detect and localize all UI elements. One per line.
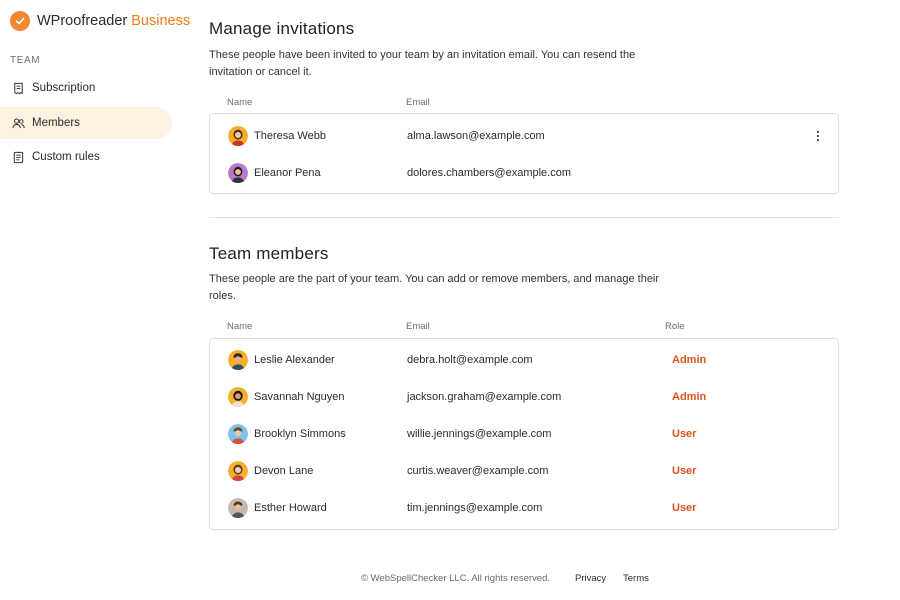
brand[interactable]: WProofreader Business xyxy=(10,11,190,31)
members-description: These people are the part of your team. … xyxy=(209,273,660,302)
invitee-name: Theresa Webb xyxy=(254,129,326,142)
invitee-name: Eleanor Pena xyxy=(254,166,321,179)
brand-name: WProofreader xyxy=(37,13,128,29)
footer-terms-link[interactable]: Terms xyxy=(623,573,649,584)
member-email: curtis.weaver@example.com xyxy=(407,464,549,477)
members-column-role: Role xyxy=(665,321,685,332)
section-divider xyxy=(209,217,839,218)
member-email: tim.jennings@example.com xyxy=(407,501,543,514)
invitations-description: These people have been invited to your t… xyxy=(209,49,636,78)
invitations-column-name: Name xyxy=(227,97,253,108)
document-icon xyxy=(11,150,25,164)
avatar xyxy=(228,349,248,370)
members-title: Team members xyxy=(209,244,329,263)
members-column-email: Email xyxy=(406,321,430,332)
member-role[interactable]: User xyxy=(672,428,696,440)
avatar xyxy=(228,386,248,407)
member-role[interactable]: User xyxy=(672,502,696,514)
table-row: Devon Lane curtis.weaver@example.com Use… xyxy=(210,452,838,489)
table-row: Esther Howard tim.jennings@example.com U… xyxy=(210,489,838,526)
member-name: Leslie Alexander xyxy=(254,353,335,366)
footer-privacy-link[interactable]: Privacy xyxy=(575,573,606,584)
invitations-column-email: Email xyxy=(406,97,430,108)
member-name: Esther Howard xyxy=(254,501,327,514)
member-name: Brooklyn Simmons xyxy=(254,427,346,440)
more-options-icon[interactable] xyxy=(809,127,827,145)
members-table: Leslie Alexander debra.holt@example.com … xyxy=(209,338,839,530)
sidebar-item-label: Custom rules xyxy=(32,151,100,163)
member-email: debra.holt@example.com xyxy=(407,353,533,366)
invitee-email: dolores.chambers@example.com xyxy=(407,166,572,179)
avatar xyxy=(228,460,248,481)
invitations-title: Manage invitations xyxy=(209,19,355,38)
sidebar-item-subscription[interactable]: Subscription xyxy=(0,72,172,104)
users-icon xyxy=(11,116,25,130)
invitations-table: Theresa Webb alma.lawson@example.com Ele… xyxy=(209,113,839,194)
receipt-icon xyxy=(11,81,25,95)
member-name: Savannah Nguyen xyxy=(254,390,345,403)
members-column-name: Name xyxy=(227,321,253,332)
avatar xyxy=(228,125,248,146)
sidebar-item-label: Members xyxy=(32,117,80,129)
sidebar: WProofreader Business TEAM Subscription … xyxy=(0,0,190,600)
table-row: Leslie Alexander debra.holt@example.com … xyxy=(210,341,838,378)
sidebar-item-custom-rules[interactable]: Custom rules xyxy=(0,141,172,173)
checkmark-icon xyxy=(10,11,30,31)
member-role[interactable]: Admin xyxy=(672,391,706,403)
table-row: Eleanor Pena dolores.chambers@example.co… xyxy=(210,154,838,191)
avatar xyxy=(228,423,248,444)
sidebar-item-members[interactable]: Members xyxy=(0,107,172,139)
member-role[interactable]: User xyxy=(672,465,696,477)
table-row: Brooklyn Simmons willie.jennings@example… xyxy=(210,415,838,452)
table-row: Savannah Nguyen jackson.graham@example.c… xyxy=(210,378,838,415)
sidebar-item-label: Subscription xyxy=(32,82,96,94)
avatar xyxy=(228,497,248,518)
member-role[interactable]: Admin xyxy=(672,354,706,366)
member-email: jackson.graham@example.com xyxy=(407,390,562,403)
member-email: willie.jennings@example.com xyxy=(407,427,552,440)
sidebar-section-label: TEAM xyxy=(10,55,41,66)
brand-accent: Business xyxy=(131,13,191,29)
table-row: Theresa Webb alma.lawson@example.com xyxy=(210,117,838,154)
member-name: Devon Lane xyxy=(254,464,314,477)
invitee-email: alma.lawson@example.com xyxy=(407,129,545,142)
footer-copyright: © WebSpellChecker LLC. All rights reserv… xyxy=(361,573,550,584)
avatar xyxy=(228,162,248,183)
